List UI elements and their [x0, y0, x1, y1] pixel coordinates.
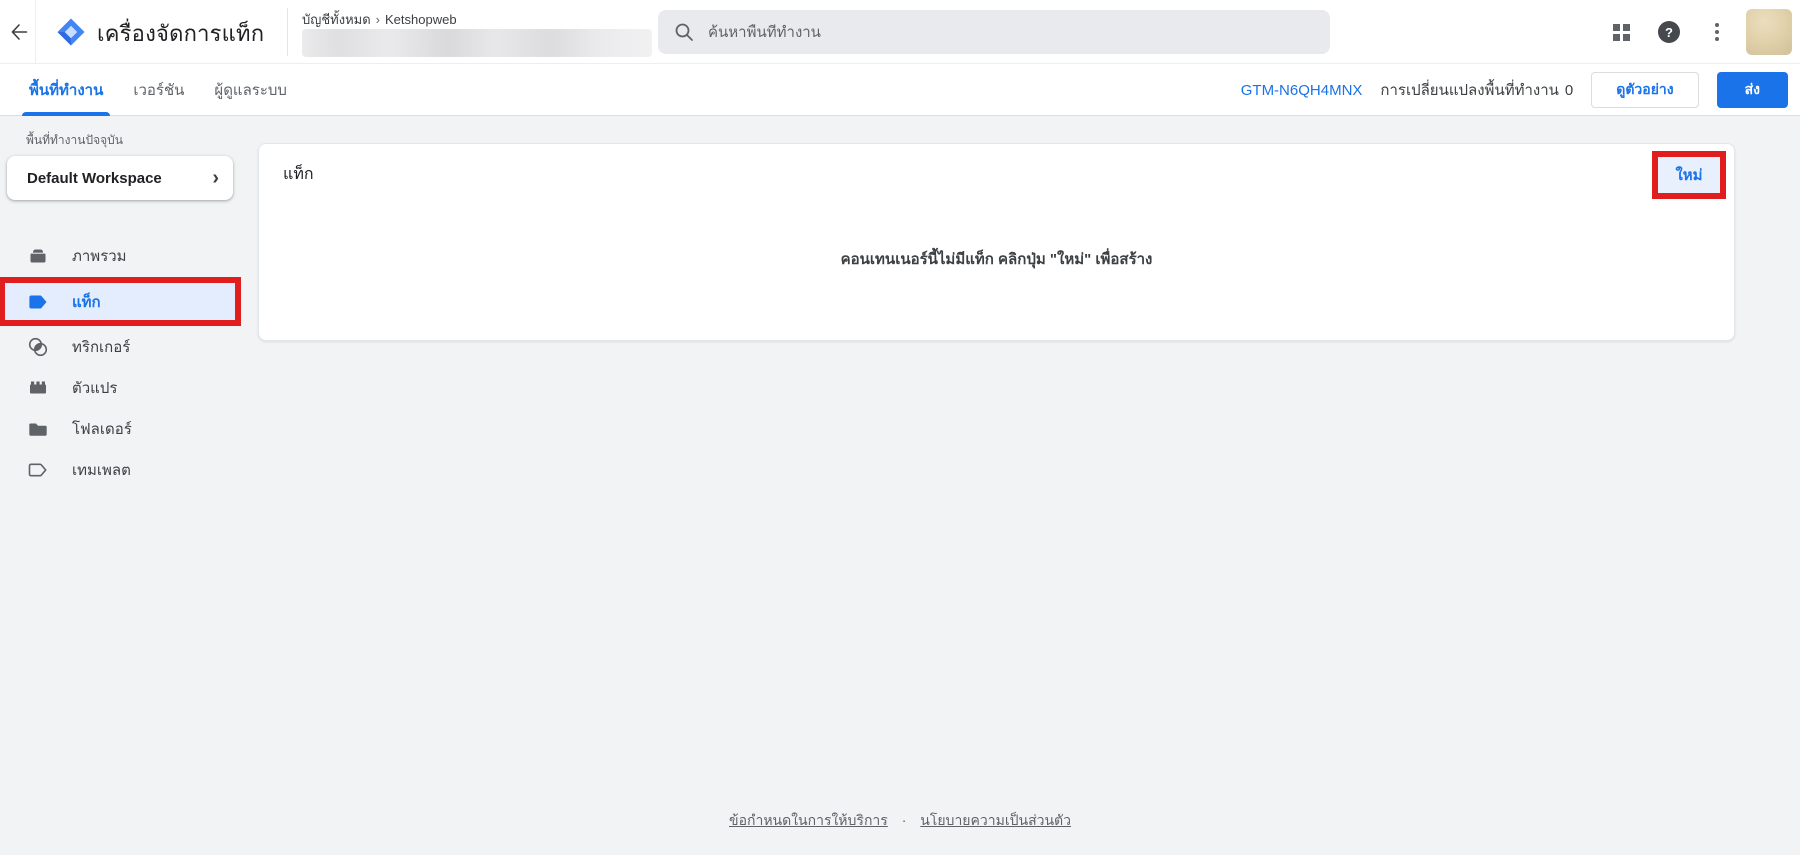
sidebar-item-triggers[interactable]: ทริกเกอร์: [5, 327, 235, 367]
empty-state-message: คอนเทนเนอร์นี้ไม่มีแท็ก คลิกปุ่ม "ใหม่" …: [259, 247, 1734, 271]
footer-separator: ·: [902, 812, 907, 828]
tab-workspace[interactable]: พื้นที่ทำงาน: [14, 64, 118, 116]
preview-button[interactable]: ดูตัวอย่าง: [1591, 72, 1698, 108]
triggers-icon: [28, 337, 48, 357]
breadcrumb-root[interactable]: บัญชีทั้งหมด: [302, 12, 371, 27]
footer: ข้อกำหนดในการให้บริการ · นโยบายความเป็นส…: [0, 810, 1800, 832]
sidebar-item-tags[interactable]: แท็ก: [5, 283, 235, 320]
folder-icon: [28, 419, 48, 439]
sidebar-item-label: ตัวแปร: [72, 376, 117, 400]
more-options-icon[interactable]: [1698, 13, 1736, 51]
variables-icon: [28, 378, 48, 398]
apps-grid-icon[interactable]: [1602, 13, 1640, 51]
sidebar-item-templates[interactable]: เทมเพลต: [5, 450, 235, 490]
sidebar-item-label: ทริกเกอร์: [72, 335, 130, 359]
sidebar-item-label: แท็ก: [72, 290, 101, 314]
sidebar: พื้นที่ทำงานปัจจุบัน Default Workspace ›…: [0, 117, 240, 491]
workspace-changes: การเปลี่ยนแปลงพื้นที่ทำงาน0: [1380, 78, 1573, 102]
sidebar-item-overview[interactable]: ภาพรวม: [5, 236, 235, 276]
header-divider: [287, 8, 288, 56]
breadcrumb-current[interactable]: Ketshopweb: [385, 12, 457, 27]
annotation-highlight-new-button: ใหม่: [1652, 151, 1726, 199]
blurred-container-name: [302, 29, 652, 57]
breadcrumb[interactable]: บัญชีทั้งหมด › Ketshopweb: [302, 9, 457, 30]
changes-count: 0: [1565, 82, 1573, 99]
search-input[interactable]: [708, 24, 1314, 41]
card-title: แท็ก: [283, 162, 314, 187]
overview-icon: [28, 246, 48, 266]
app-title: เครื่องจัดการแท็ก: [97, 16, 264, 51]
avatar[interactable]: [1746, 9, 1792, 55]
sidebar-item-label: เทมเพลต: [72, 458, 131, 482]
sidebar-item-label: โฟลเดอร์: [72, 417, 132, 441]
terms-of-service-link[interactable]: ข้อกำหนดในการให้บริการ: [729, 812, 888, 828]
tags-card: แท็ก ใหม่ คอนเทนเนอร์นี้ไม่มีแท็ก คลิกปุ…: [258, 143, 1735, 341]
sidebar-item-folders[interactable]: โฟลเดอร์: [5, 409, 235, 449]
new-tag-button[interactable]: ใหม่: [1658, 157, 1720, 193]
workspace-selector[interactable]: Default Workspace ›: [7, 156, 233, 200]
tag-icon: [28, 292, 48, 312]
submit-button[interactable]: ส่ง: [1717, 72, 1788, 108]
top-header: เครื่องจัดการแท็ก บัญชีทั้งหมด › Ketshopwe…: [0, 0, 1800, 64]
current-workspace-label: พื้นที่ทำงานปัจจุบัน: [26, 131, 240, 150]
chevron-right-icon: ›: [212, 168, 219, 188]
breadcrumb-separator-icon: ›: [376, 12, 380, 27]
workspace-search-bar[interactable]: [658, 10, 1330, 54]
workspace-tabbar: พื้นที่ทำงาน เวอร์ชัน ผู้ดูแลระบบ GTM-N6…: [0, 64, 1800, 116]
back-arrow-icon[interactable]: [4, 17, 34, 47]
tab-versions[interactable]: เวอร์ชัน: [118, 64, 199, 116]
sidebar-item-label: ภาพรวม: [72, 244, 127, 268]
workspace-name: Default Workspace: [27, 170, 212, 187]
tab-admin[interactable]: ผู้ดูแลระบบ: [199, 64, 302, 116]
sidebar-item-variables[interactable]: ตัวแปร: [5, 368, 235, 408]
privacy-policy-link[interactable]: นโยบายความเป็นส่วนตัว: [920, 812, 1071, 828]
tag-manager-logo-icon: [56, 17, 86, 47]
header-divider: [35, 0, 36, 64]
template-icon: [28, 460, 48, 480]
search-icon: [674, 22, 694, 42]
help-icon[interactable]: ?: [1650, 13, 1688, 51]
container-id-link[interactable]: GTM-N6QH4MNX: [1241, 82, 1363, 99]
